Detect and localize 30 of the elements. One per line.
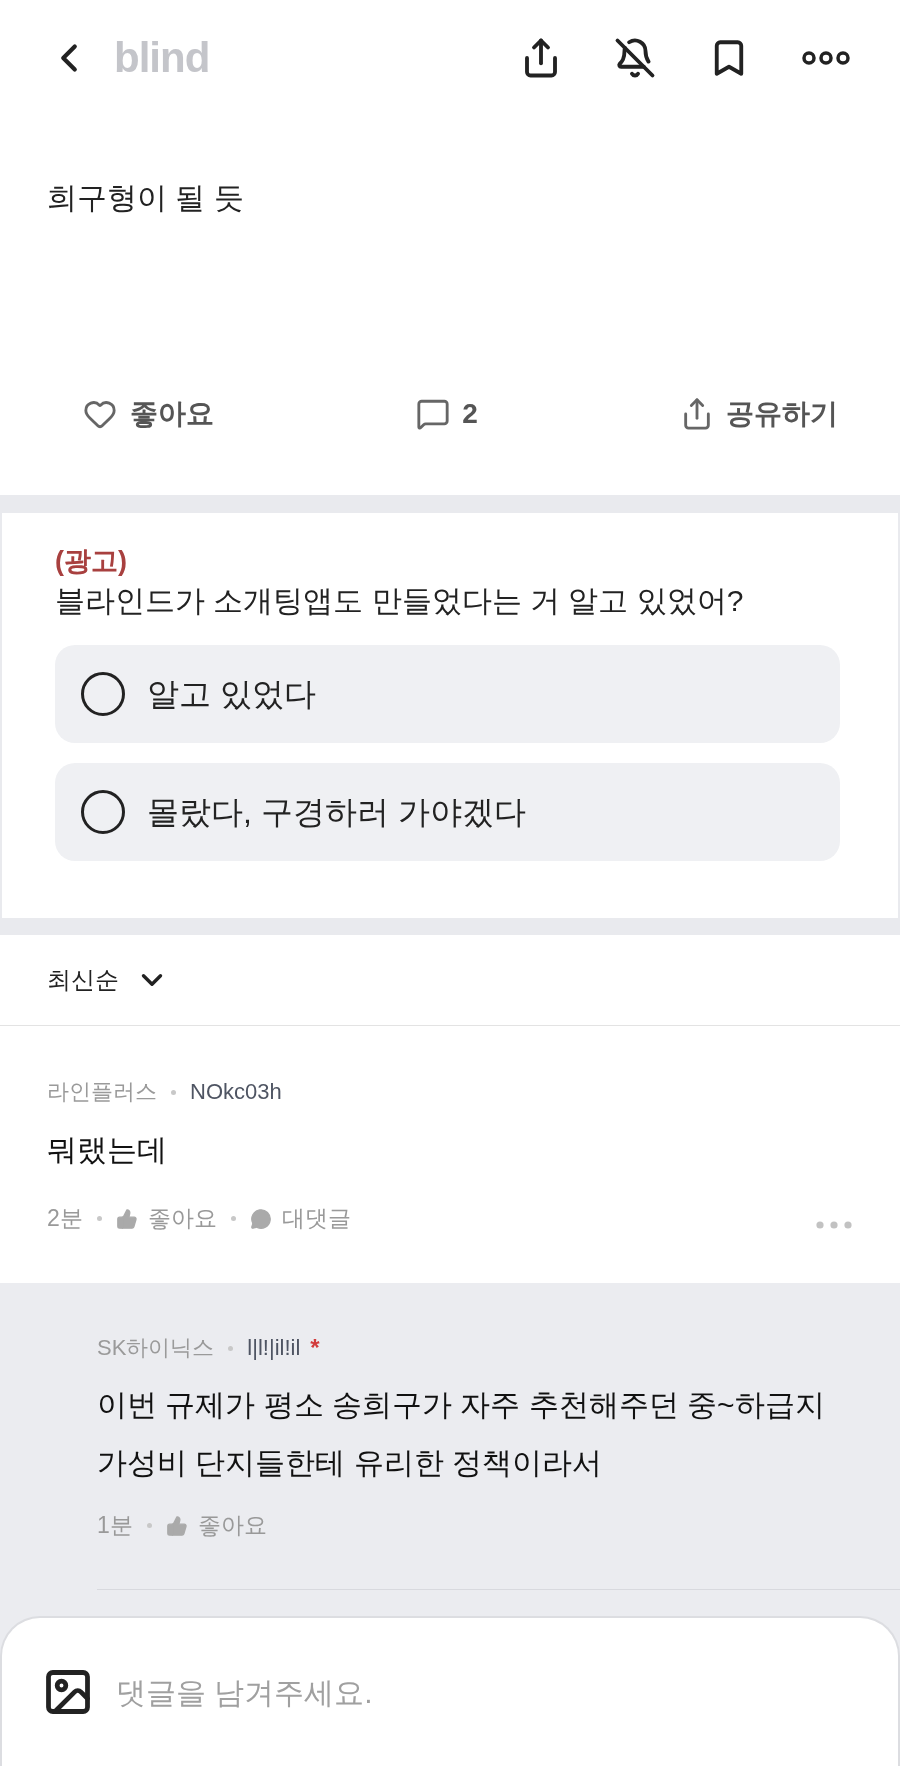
poll-option[interactable]: 알고 있었다	[55, 645, 840, 743]
bell-off-icon[interactable]	[614, 36, 656, 79]
sort-dropdown[interactable]: 최신순	[47, 963, 169, 997]
comment-time: 1분	[97, 1514, 133, 1537]
reply-body: 이번 규제가 평소 송희구가 자주 추천해주던 중~하급지 가성비 단지들한테 유리한 정책이라서	[97, 1387, 826, 1481]
comment-time: 2분	[47, 1207, 83, 1230]
author-company: 라인플러스	[47, 1081, 157, 1103]
author-company: SK하이닉스	[97, 1337, 215, 1359]
poll-option-label: 몰랐다, 구경하러 가야겠다	[147, 796, 526, 828]
speech-bubble-icon	[249, 1207, 272, 1230]
app-logo: blind	[114, 36, 210, 79]
like-button[interactable]: 좋아요	[130, 400, 214, 428]
author-mark: *	[310, 1336, 320, 1360]
poll-option[interactable]: 몰랐다, 구경하러 가야겠다	[55, 763, 840, 861]
radio-button-icon[interactable]	[81, 790, 125, 834]
more-icon[interactable]	[802, 50, 850, 65]
share-button[interactable]: 공유하기	[726, 400, 838, 428]
thumbs-up-icon	[165, 1514, 188, 1537]
poll-question: 블라인드가 소개팅앱도 만들었다는 거 알고 있었어?	[55, 583, 745, 619]
comment-body: 뭐랬는데	[47, 1132, 168, 1168]
ad-tag: (광고)	[55, 543, 127, 579]
post-body: 희구형이 될 듯	[47, 180, 245, 216]
comment-count[interactable]: 2	[462, 400, 478, 428]
author-nickname: l|l!|il!il	[247, 1337, 301, 1359]
author-nickname: NOkc03h	[190, 1081, 282, 1103]
speech-bubble-icon	[416, 397, 451, 431]
comment-input-field[interactable]: 댓글을 남겨주세요.	[116, 1669, 858, 1715]
radio-button-icon[interactable]	[81, 672, 125, 716]
poll-option-label: 알고 있었다	[147, 678, 316, 710]
thumbs-up-icon	[115, 1207, 138, 1230]
